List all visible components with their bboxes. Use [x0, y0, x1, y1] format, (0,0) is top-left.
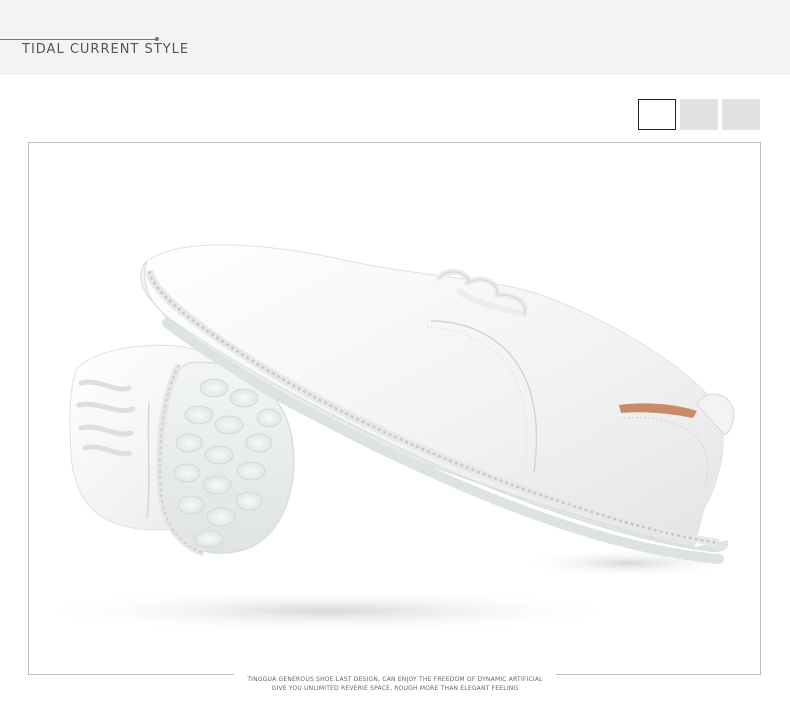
- section-title: TIDAL CURRENT STYLE: [22, 42, 190, 57]
- ground-shadow: [29, 589, 629, 633]
- caption-line-2: GIVE YOU UNLIMITED REVERIE SPACE, ROUGH …: [271, 685, 519, 692]
- header-band: TIDAL CURRENT STYLE: [0, 0, 790, 75]
- product-photo-frame: [28, 142, 761, 675]
- caption-line-1: TINGGUA GENEROUS SHOE LAST DESIGN, CAN E…: [247, 676, 543, 683]
- product-photo: [29, 244, 739, 633]
- color-swatch-white[interactable]: [638, 99, 676, 130]
- title-rule-dot: [155, 37, 159, 41]
- color-swatch-light-gray-2[interactable]: [722, 99, 760, 130]
- title-rule: [0, 39, 158, 40]
- color-swatch-light-gray[interactable]: [680, 99, 718, 130]
